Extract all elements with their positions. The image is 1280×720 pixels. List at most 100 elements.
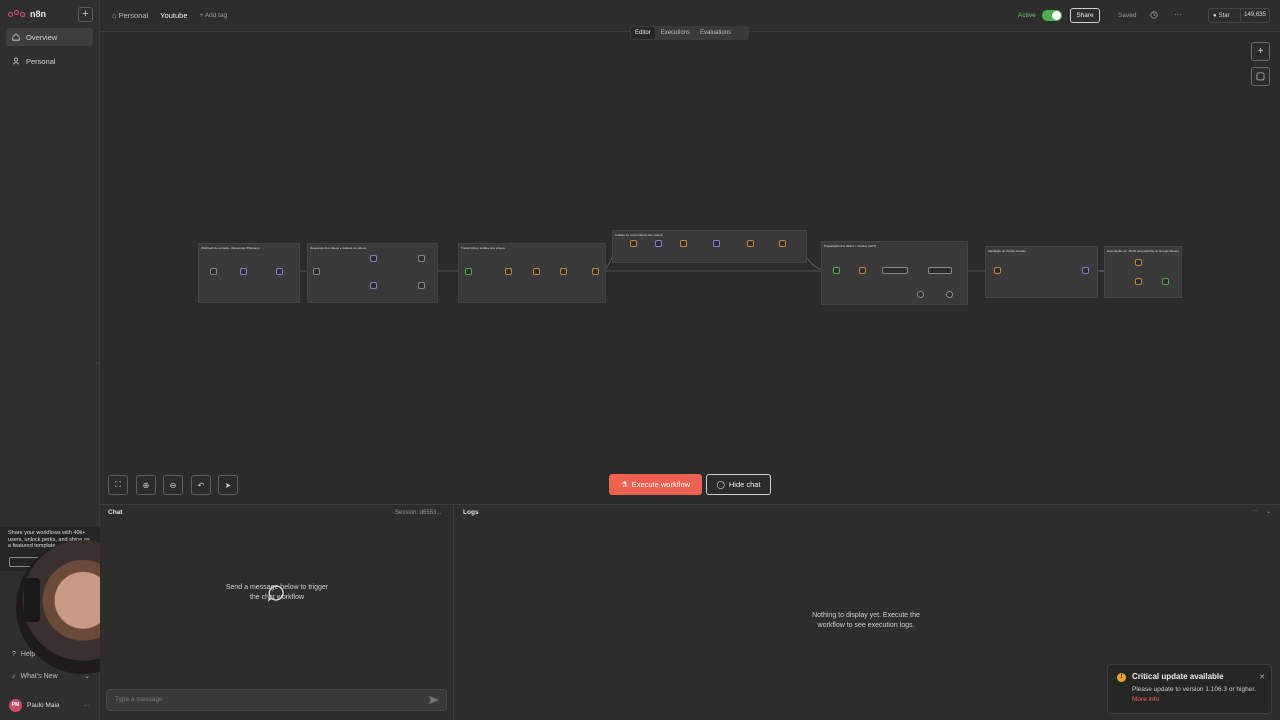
more-info-link[interactable]: More info (1132, 696, 1159, 703)
user-name: Paulo Maia (27, 701, 60, 709)
workflow-node[interactable] (779, 240, 786, 247)
ai-agent-node[interactable] (882, 267, 908, 274)
webhook-node[interactable] (210, 268, 217, 275)
n8n-logo-icon (8, 9, 26, 19)
breadcrumb-project[interactable]: ⌂ Personal (112, 11, 148, 20)
collapse-panel-icon[interactable]: ⌄ (1266, 508, 1271, 515)
workflow-title[interactable]: Youtube (160, 11, 187, 20)
active-toggle[interactable] (1041, 10, 1062, 21)
sticky-note-icon[interactable]: ▢ (1251, 67, 1270, 86)
workflow-node[interactable] (418, 255, 425, 262)
chat-empty-line: the chat workflow (249, 593, 305, 601)
workflow-group[interactable]: Análise de concorrência dos vídeos (612, 230, 807, 263)
select-cursor-icon[interactable]: ➤ (218, 475, 238, 495)
hide-chat-button[interactable]: ◯ Hide chat (706, 474, 771, 495)
workflow-group[interactable]: Transcrição e análise dos vídeos (458, 243, 606, 303)
sidebar-item-help[interactable]: ? Help (12, 651, 35, 658)
workflow-node[interactable] (713, 240, 720, 247)
more-icon[interactable]: ··· (84, 702, 91, 709)
workflow-node[interactable] (240, 268, 247, 275)
workflow-node[interactable] (370, 255, 377, 262)
saved-status: Saved (1118, 12, 1137, 19)
send-icon[interactable] (428, 694, 440, 706)
group-title: Exportação em JSON para planilha no Goog… (1107, 249, 1179, 253)
google-sheets-node[interactable] (1162, 278, 1169, 285)
undo-icon[interactable]: ↶ (191, 475, 211, 495)
add-tag-button[interactable]: + Add tag (200, 12, 228, 19)
session-id[interactable]: Session: d6553... (395, 510, 441, 516)
group-title: Validação do Output Gerado (988, 249, 1026, 253)
chat-message-input[interactable]: Type a message (106, 689, 447, 711)
avatar: PM (9, 698, 22, 712)
tab-editor[interactable]: Editor (631, 27, 655, 39)
group-title: Transcrição e análise dos vídeos (461, 246, 505, 250)
sidebar-item-label: Overview (26, 32, 58, 42)
sidebar-item-personal[interactable]: Personal (6, 52, 93, 70)
sidebar-collapse-icon[interactable]: ◦ (96, 361, 98, 367)
workflow-group[interactable]: Exportação em JSON para planilha no Goog… (1104, 246, 1182, 298)
group-title: Responde dos vídeos e dataset de vídeos (310, 246, 367, 250)
zoom-out-icon[interactable]: ⊖ (163, 475, 183, 495)
toast-title: Critical update available (1132, 672, 1224, 681)
github-icon: ● (1213, 12, 1217, 19)
sidebar-item-label: Personal (26, 56, 56, 66)
workflow-node[interactable] (833, 267, 840, 274)
group-title: Preparação dos dados + Análise (GPT) (824, 244, 877, 248)
workflow-node[interactable] (533, 268, 540, 275)
more-options-icon[interactable]: ··· (1252, 508, 1258, 514)
help-icon: ? (12, 651, 16, 658)
workflow-node[interactable] (1082, 267, 1089, 274)
workflow-node[interactable] (747, 240, 754, 247)
chat-empty-line: Send a message below to trigger (225, 584, 329, 591)
sidebar-item-overview[interactable]: Overview (6, 28, 93, 46)
workflow-node[interactable] (560, 268, 567, 275)
workflow-node[interactable] (465, 268, 472, 275)
workflow-node[interactable] (655, 240, 662, 247)
workflow-group[interactable]: Responde dos vídeos e dataset de vídeos (307, 243, 438, 303)
create-new-button[interactable]: + (78, 7, 93, 22)
app-name: n8n (30, 9, 47, 19)
home-icon (12, 33, 20, 41)
fit-view-icon[interactable]: ⛶ (108, 475, 128, 495)
share-button[interactable]: Share (1070, 8, 1100, 23)
logs-empty-line: Nothing to display yet. Execute the (812, 612, 920, 619)
workflow-node[interactable] (680, 240, 687, 247)
logs-empty-line: workflow to see execution logs. (817, 621, 915, 629)
bell-icon: ♪ (12, 672, 16, 680)
zoom-in-icon[interactable]: ⊕ (136, 475, 156, 495)
flask-icon: ⚗ (620, 480, 628, 489)
workflow-node[interactable] (276, 268, 283, 275)
chat-icon: ◯ (716, 480, 725, 489)
add-node-button[interactable]: + (1251, 42, 1270, 61)
sub-node[interactable] (917, 291, 924, 298)
workflow-node[interactable] (859, 267, 866, 274)
user-menu[interactable]: PM Paulo Maia ··· (0, 695, 100, 715)
sub-node[interactable] (946, 291, 953, 298)
workflow-node[interactable] (592, 268, 599, 275)
workflow-node[interactable] (313, 268, 320, 275)
workflow-node[interactable] (370, 282, 377, 289)
warning-icon: ! (1117, 673, 1126, 682)
n8n-logo[interactable]: n8n (8, 9, 46, 19)
workflow-node[interactable] (630, 240, 637, 247)
toast-body: Please update to version 1.106.3 or high… (1132, 686, 1256, 703)
active-toggle-wrap: Active (1018, 10, 1062, 21)
github-star-button[interactable]: ● Star 149,635 (1208, 8, 1270, 23)
more-options-icon[interactable]: ··· (1174, 10, 1182, 19)
tab-executions[interactable]: Executions (657, 27, 694, 39)
workflow-node[interactable] (1135, 278, 1142, 285)
workflow-node[interactable] (928, 267, 952, 274)
workflow-node[interactable] (418, 282, 425, 289)
view-tabs: Editor Executions Evaluations (630, 26, 749, 40)
whats-new-label: What's New (20, 672, 58, 680)
close-icon[interactable]: ✕ (1259, 673, 1265, 681)
tab-evaluations[interactable]: Evaluations (696, 27, 735, 39)
workflow-node[interactable] (505, 268, 512, 275)
breadcrumb: ⌂ Personal Youtube + Add tag (112, 11, 227, 20)
workflow-node[interactable] (994, 267, 1001, 274)
execute-label: Execute workflow (631, 480, 691, 489)
workflow-node[interactable] (1135, 259, 1142, 266)
execute-workflow-button[interactable]: ⚗ Execute workflow (609, 474, 702, 495)
chat-empty-message: Send a message below to trigger the chat… (210, 583, 344, 602)
history-icon[interactable] (1150, 11, 1158, 19)
